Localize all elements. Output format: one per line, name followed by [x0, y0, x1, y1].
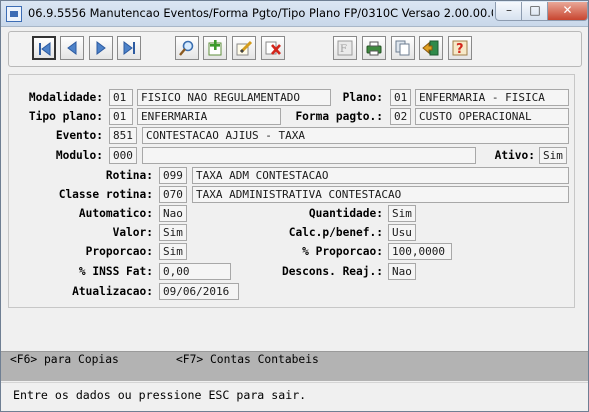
help-button[interactable]: ? — [448, 36, 472, 60]
valor-label: Valor: — [112, 226, 153, 239]
evento-label: Evento: — [55, 129, 103, 142]
edit-record-button[interactable] — [232, 36, 256, 60]
filter-icon: F — [337, 40, 353, 56]
plano-code-field[interactable]: 01 — [390, 89, 411, 106]
svg-text:F: F — [340, 44, 347, 55]
evento-desc-field: CONTESTACAO AJIUS - TAXA — [142, 127, 569, 144]
tipo-plano-code-field[interactable]: 01 — [109, 108, 133, 125]
copy-icon — [395, 40, 410, 56]
search-icon — [179, 40, 194, 56]
modalidade-label: Modalidade: — [28, 91, 103, 104]
quantidade-field[interactable]: Sim — [388, 205, 416, 222]
valor-field[interactable]: Sim — [159, 224, 187, 241]
search-button[interactable] — [175, 36, 199, 60]
maximize-button[interactable]: □ — [521, 2, 549, 21]
next-record-button[interactable] — [89, 36, 113, 60]
plano-label: Plano: — [342, 91, 383, 104]
modalidade-code-field[interactable]: 01 — [109, 89, 133, 106]
f7-contas-contabeis-key[interactable]: <F7> Contas Contabeis — [176, 353, 319, 366]
delete-icon — [265, 41, 281, 55]
toolbar: F ? — [8, 31, 582, 67]
add-record-icon — [208, 40, 222, 56]
app-icon — [6, 6, 22, 22]
modalidade-desc-field: FISICO NAO REGULAMENTADO — [137, 89, 331, 106]
classe-rotina-label: Classe rotina: — [58, 188, 153, 201]
descons-reaj-field[interactable]: Nao — [388, 263, 416, 280]
quantidade-label: Quantidade: — [308, 207, 383, 220]
minimize-button[interactable]: – — [495, 2, 523, 21]
add-record-button[interactable] — [203, 36, 227, 60]
svg-text:?: ? — [456, 42, 464, 57]
calc-benef-label: Calc.p/benef.: — [288, 226, 383, 239]
descons-reaj-label: Descons. Reaj.: — [281, 265, 383, 278]
classe-rotina-code-field[interactable]: 070 — [159, 186, 187, 203]
pct-proporcao-label: % Proporcao: — [302, 245, 383, 258]
rotina-label: Rotina: — [105, 169, 153, 182]
pct-inss-label: % INSS Fat: — [78, 265, 153, 278]
atualizacao-label: Atualizacao: — [72, 285, 153, 298]
title-bar: 06.9.5556 Manutencao Eventos/Forma Pgto/… — [1, 1, 588, 27]
copy-button[interactable] — [391, 36, 415, 60]
rotina-code-field[interactable]: 099 — [159, 167, 187, 184]
modulo-code-field[interactable]: 000 — [109, 147, 137, 164]
proporcao-field[interactable]: Sim — [159, 243, 187, 260]
ativo-field[interactable]: Sim — [539, 147, 567, 164]
status-message: Entre os dados ou pressione ESC para sai… — [13, 388, 307, 402]
previous-record-button[interactable] — [60, 36, 84, 60]
classe-rotina-desc-field: TAXA ADMINISTRATIVA CONTESTACAO — [192, 186, 569, 203]
window-title: 06.9.5556 Manutencao Eventos/Forma Pgto/… — [28, 6, 493, 20]
calc-benef-field[interactable]: Usu — [388, 224, 416, 241]
filter-button[interactable]: F — [333, 36, 357, 60]
rotina-desc-field: TAXA ADM CONTESTACAO — [192, 167, 569, 184]
forma-pagto-label: Forma pagto.: — [295, 110, 383, 123]
automatico-label: Automatico: — [78, 207, 153, 220]
tipo-plano-desc-field: ENFERMARIA — [137, 108, 281, 125]
close-button[interactable]: ✕ — [547, 2, 588, 21]
previous-record-icon — [67, 41, 77, 55]
first-record-button[interactable] — [32, 36, 56, 60]
forma-pagto-desc-field: CUSTO OPERACIONAL — [415, 108, 569, 125]
pct-proporcao-field[interactable]: 100,0000 — [388, 243, 452, 260]
delete-record-button[interactable] — [261, 36, 285, 60]
atualizacao-field: 09/06/2016 — [159, 283, 239, 300]
plano-desc-field: ENFERMARIA - FISICA — [415, 89, 569, 106]
modulo-label: Modulo: — [55, 149, 103, 162]
form-panel: Modalidade: 01 FISICO NAO REGULAMENTADO … — [8, 74, 575, 308]
app-window: 06.9.5556 Manutencao Eventos/Forma Pgto/… — [0, 0, 589, 412]
proporcao-label: Proporcao: — [85, 245, 153, 258]
forma-pagto-code-field[interactable]: 02 — [390, 108, 411, 125]
automatico-field[interactable]: Nao — [159, 205, 187, 222]
printer-icon — [366, 41, 382, 56]
pct-inss-field[interactable]: 0,00 — [159, 263, 231, 280]
help-icon: ? — [452, 40, 468, 57]
tipo-plano-label: Tipo plano: — [28, 110, 103, 123]
exit-button[interactable] — [419, 36, 443, 60]
function-key-bar: <F6> para Copias <F7> Contas Contabeis — [1, 351, 588, 381]
ativo-label: Ativo: — [494, 149, 535, 162]
status-bar: Entre os dados ou pressione ESC para sai… — [1, 382, 588, 411]
first-record-icon — [39, 42, 51, 56]
last-record-icon — [123, 41, 135, 55]
f6-copias-key[interactable]: <F6> para Copias — [10, 353, 119, 366]
exit-door-icon — [422, 40, 439, 56]
edit-icon — [236, 40, 253, 56]
last-record-button[interactable] — [117, 36, 141, 60]
modulo-desc-field — [142, 147, 476, 164]
evento-code-field[interactable]: 851 — [109, 127, 137, 144]
print-button[interactable] — [362, 36, 386, 60]
next-record-icon — [96, 41, 106, 55]
